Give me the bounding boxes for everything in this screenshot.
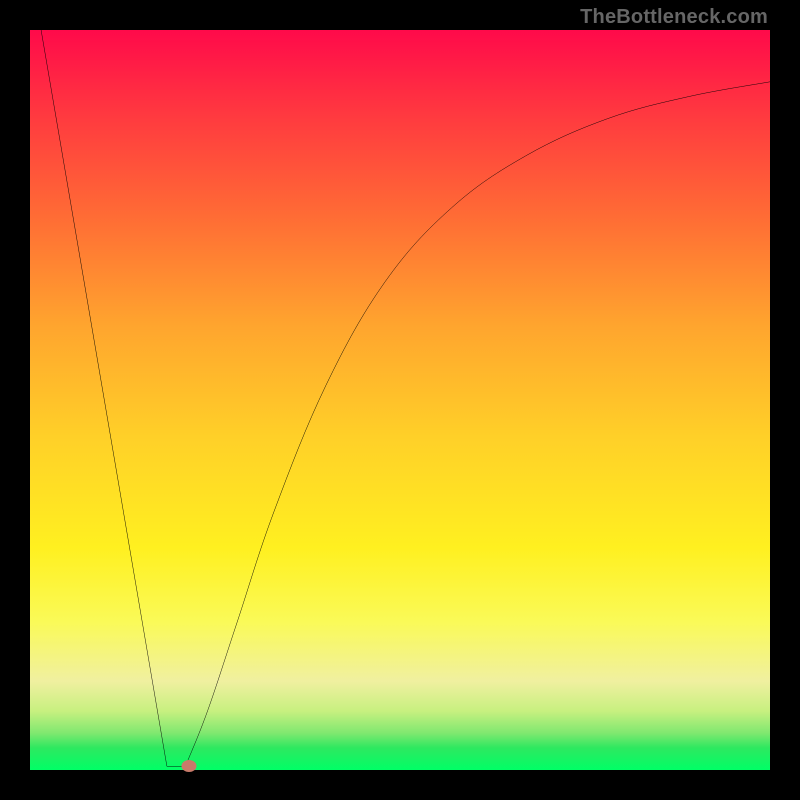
plot-area xyxy=(30,30,770,770)
watermark-text: TheBottleneck.com xyxy=(580,6,768,29)
chart-container: TheBottleneck.com xyxy=(0,0,800,800)
bottleneck-marker xyxy=(182,760,197,772)
bottleneck-curve xyxy=(30,30,770,770)
